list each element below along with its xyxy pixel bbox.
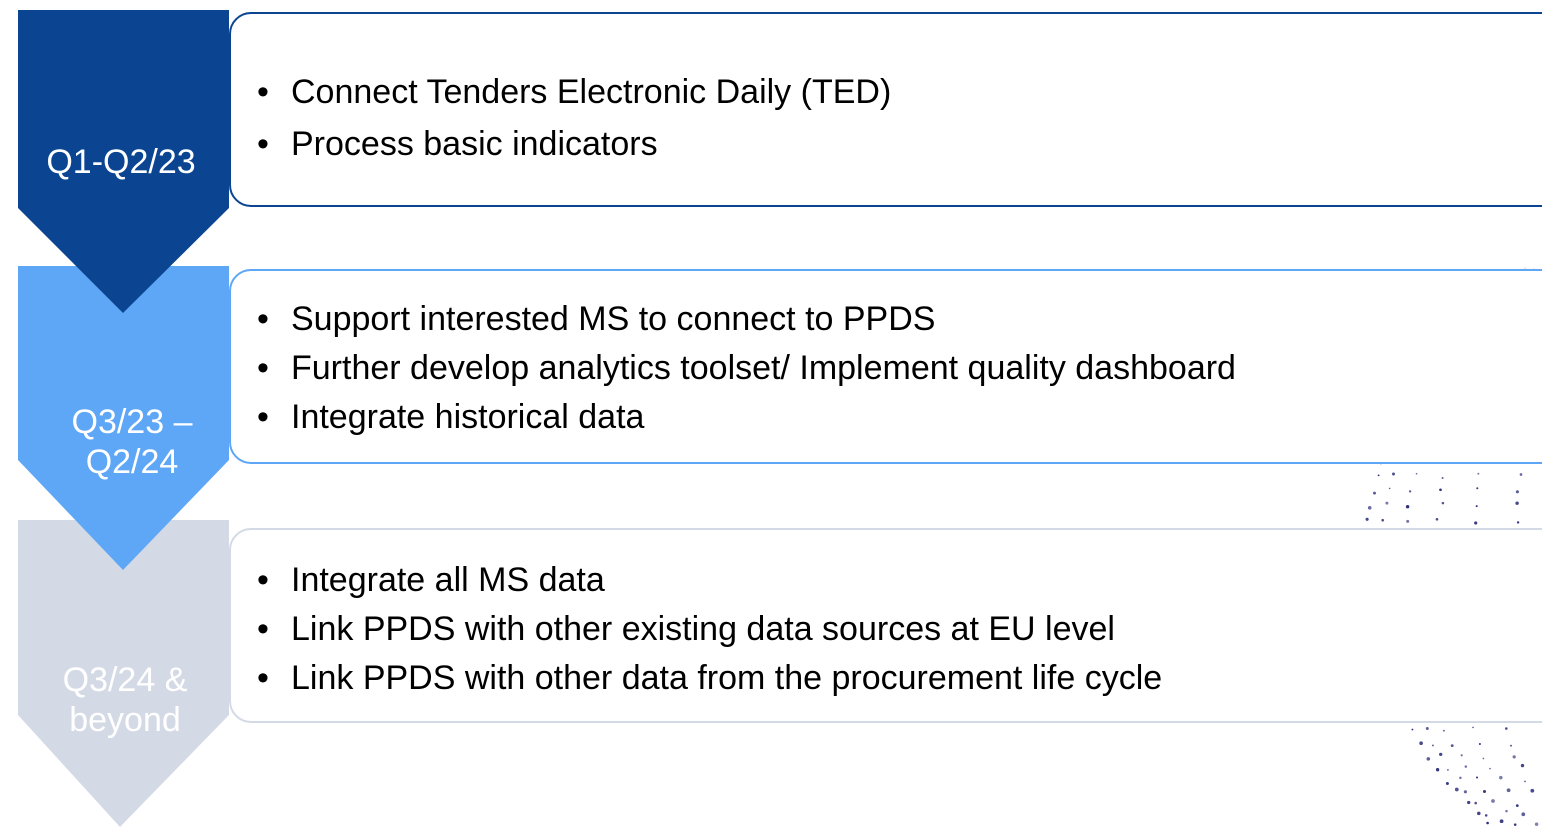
step-3-list: Integrate all MS data Link PPDS with oth… <box>257 556 1162 703</box>
list-item: Integrate historical data <box>257 393 1236 442</box>
list-item: Link PPDS with other data from the procu… <box>257 654 1162 703</box>
step-2-list: Support interested MS to connect to PPDS… <box>257 295 1236 442</box>
step-1-box: Connect Tenders Electronic Daily (TED) P… <box>229 12 1542 207</box>
list-item: Further develop analytics toolset/ Imple… <box>257 344 1236 393</box>
step-1-list: Connect Tenders Electronic Daily (TED) P… <box>257 66 891 170</box>
step-2-label-line-2: Q2/24 <box>85 443 179 481</box>
step-3-label-line-1: Q3/24 & <box>62 661 188 699</box>
step-3-label-line-2: beyond <box>69 701 181 739</box>
step-3-label: Q3/24 & beyond <box>40 660 210 740</box>
list-item: Link PPDS with other existing data sourc… <box>257 605 1162 654</box>
step-2-box: Support interested MS to connect to PPDS… <box>229 269 1542 464</box>
step-2-label-line-1: Q3/23 – <box>71 403 193 441</box>
step-3-box: Integrate all MS data Link PPDS with oth… <box>229 528 1542 723</box>
step-2-label: Q3/23 – Q2/24 <box>52 402 212 482</box>
list-item: Integrate all MS data <box>257 556 1162 605</box>
list-item: Process basic indicators <box>257 118 891 170</box>
list-item: Connect Tenders Electronic Daily (TED) <box>257 66 891 118</box>
step-1-label: Q1-Q2/23 <box>46 143 196 181</box>
list-item: Support interested MS to connect to PPDS <box>257 295 1236 344</box>
